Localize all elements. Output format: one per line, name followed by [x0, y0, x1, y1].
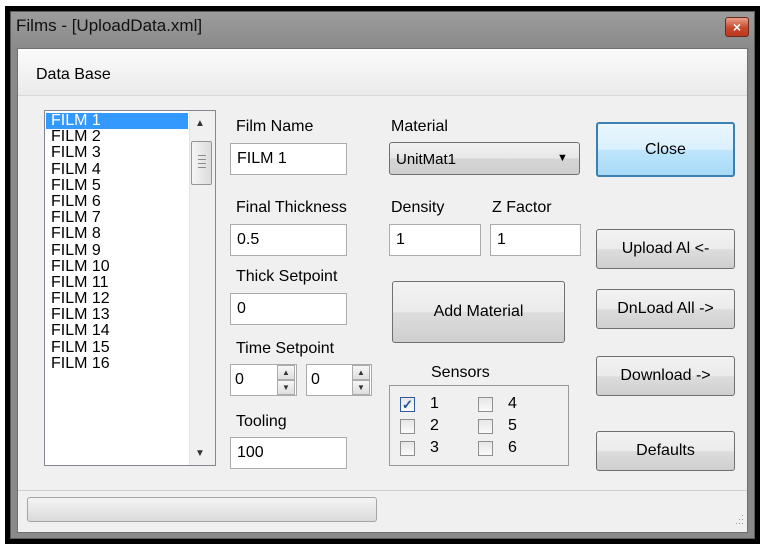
checkbox-box-icon: [478, 419, 493, 434]
sensor-4-label: 4: [508, 395, 517, 412]
scrollbar-grip-icon: [198, 155, 206, 169]
film-list-item[interactable]: FILM 7: [46, 210, 188, 226]
thick-setpoint-input[interactable]: 0: [230, 293, 347, 325]
spin-up-icon[interactable]: ▲: [352, 365, 370, 380]
density-label: Density: [391, 199, 445, 216]
download-all-button[interactable]: DnLoad All ->: [596, 289, 735, 329]
download-button[interactable]: Download ->: [596, 356, 735, 396]
sensor-3-label: 3: [430, 439, 439, 456]
checkbox-box-icon: [400, 419, 415, 434]
final-thickness-label: Final Thickness: [236, 199, 347, 216]
film-list-item[interactable]: FILM 6: [46, 193, 188, 210]
checkbox-box-icon: [478, 441, 493, 456]
film-list-item[interactable]: FILM 5: [46, 177, 188, 194]
scroll-up-icon[interactable]: ▲: [195, 118, 205, 129]
spin-down-icon[interactable]: ▼: [277, 380, 295, 395]
film-list-item[interactable]: FILM 11: [46, 274, 188, 291]
window-title: Films - [UploadData.xml]: [16, 16, 203, 35]
film-list-item[interactable]: FILM 1: [46, 112, 188, 130]
resize-grip-icon[interactable]: · ·· ···: [730, 511, 744, 528]
time-setpoint-label: Time Setpoint: [236, 340, 335, 357]
tooling-input[interactable]: 100: [230, 437, 347, 469]
film-list-item[interactable]: FILM 13: [46, 307, 188, 323]
progress-bar: [27, 497, 377, 522]
final-thickness-input[interactable]: 0.5: [230, 224, 347, 256]
density-input[interactable]: 1: [389, 224, 481, 256]
spin-up-icon[interactable]: ▲: [277, 365, 295, 380]
film-list-item[interactable]: FILM 4: [46, 161, 188, 178]
tooling-label: Tooling: [236, 413, 287, 430]
film-list-item[interactable]: FILM 12: [46, 290, 188, 307]
scroll-down-icon[interactable]: ▼: [195, 448, 205, 459]
film-list-item[interactable]: FILM 2: [46, 129, 188, 145]
window-close-button[interactable]: ×: [725, 17, 749, 37]
film-list-item[interactable]: FILM 3: [46, 145, 188, 161]
time-setpoint-seconds-value: 0: [311, 371, 320, 388]
time-setpoint-minutes-value: 0: [235, 371, 244, 388]
sensor-5-label: 5: [508, 417, 517, 434]
zfactor-label: Z Factor: [492, 199, 552, 216]
film-list-item[interactable]: FILM 10: [46, 258, 188, 275]
checkbox-box-icon: [478, 397, 493, 412]
close-button[interactable]: Close: [596, 122, 735, 177]
zfactor-input[interactable]: 1: [490, 224, 581, 256]
checkbox-box-icon: [400, 441, 415, 456]
menu-item-data-base[interactable]: Data Base: [36, 66, 111, 84]
checkmark-icon: ✓: [400, 397, 415, 412]
time-setpoint-seconds-spinner[interactable]: 0 ▲ ▼: [306, 364, 372, 396]
film-name-input[interactable]: FILM 1: [230, 143, 347, 175]
spin-down-icon[interactable]: ▼: [352, 380, 370, 395]
upload-all-button[interactable]: Upload Al <-: [596, 229, 735, 269]
sensor-2-label: 2: [430, 417, 439, 434]
time-setpoint-minutes-spinner[interactable]: 0 ▲ ▼: [230, 364, 297, 396]
film-list-item[interactable]: FILM 16: [46, 355, 188, 372]
defaults-button[interactable]: Defaults: [596, 431, 735, 471]
film-list-item[interactable]: FILM 8: [46, 226, 188, 242]
close-icon: ×: [732, 19, 742, 35]
film-list-item[interactable]: FILM 14: [46, 323, 188, 339]
add-material-button[interactable]: Add Material: [392, 281, 565, 343]
chevron-down-icon: ▼: [557, 152, 568, 164]
film-name-label: Film Name: [236, 118, 314, 135]
sensor-6-label: 6: [508, 439, 517, 456]
films-list: FILM 1 FILM 2 FILM 3 FILM 4 FILM 5 FILM 6 FILM…: [46, 112, 188, 372]
thick-setpoint-label: Thick Setpoint: [236, 268, 338, 285]
sensor-1-label: 1: [430, 395, 439, 412]
menu-bar: [18, 49, 747, 96]
film-list-item[interactable]: FILM 15: [46, 339, 188, 356]
material-label: Material: [391, 118, 448, 135]
film-list-item[interactable]: FILM 9: [46, 242, 188, 259]
material-selected-value: UnitMat1: [396, 151, 457, 168]
material-dropdown[interactable]: UnitMat1 ▼: [389, 142, 580, 175]
sensors-group-label: Sensors: [431, 364, 490, 381]
